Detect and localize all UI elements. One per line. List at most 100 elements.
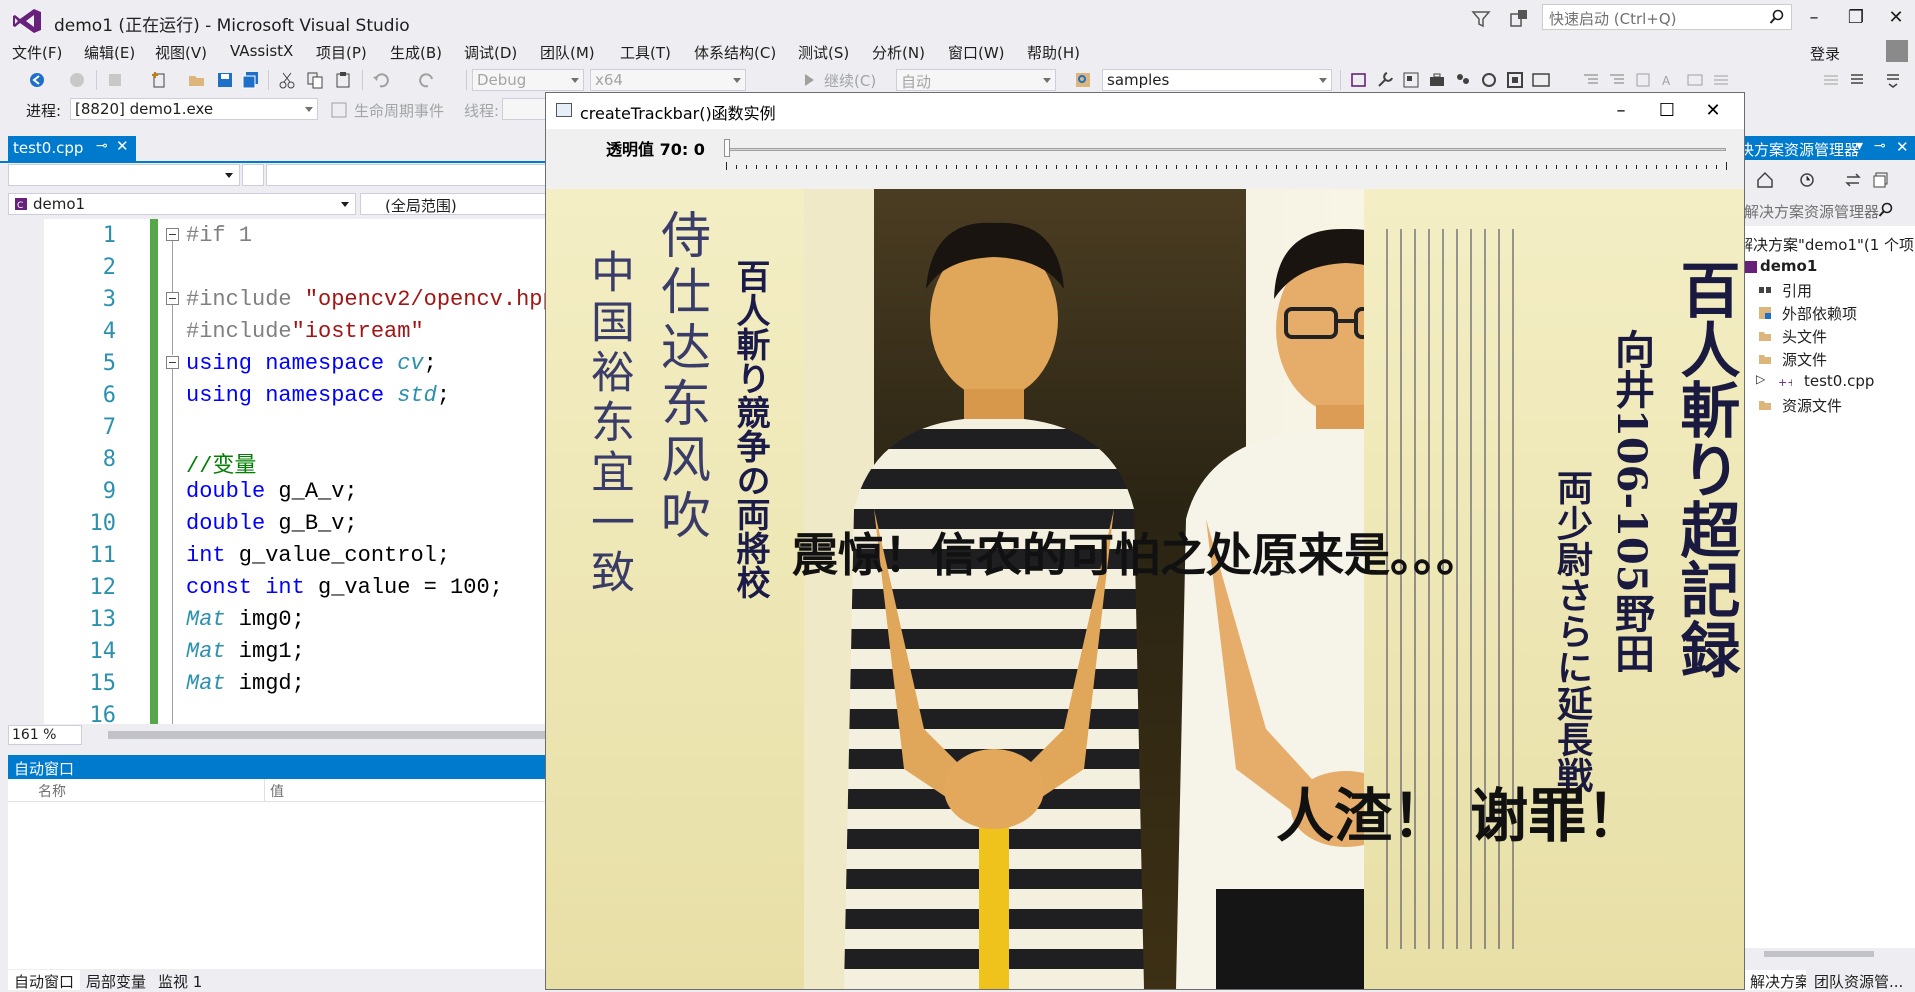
search-icon[interactable] — [1878, 202, 1894, 218]
add-item-icon[interactable] — [150, 71, 168, 89]
zoom-select[interactable]: 161 % — [8, 725, 82, 745]
continue-button[interactable]: 继续(C) — [824, 70, 876, 91]
opencv-window[interactable]: createTrackbar()函数实例 – ☐ ✕ 透明值 70: 0 中国裕… — [545, 92, 1745, 990]
toolbox-icon[interactable] — [1428, 71, 1446, 89]
object-browser-icon[interactable] — [1402, 71, 1420, 89]
source-control-icon[interactable] — [1480, 71, 1498, 89]
tree-item-source-files[interactable]: 源文件 — [1782, 349, 1827, 370]
opencv-window-titlebar[interactable]: createTrackbar()函数实例 – ☐ ✕ — [546, 93, 1744, 129]
login-link[interactable]: 登录 — [1810, 43, 1840, 64]
tab-team-explorer[interactable]: 团队资源管... — [1808, 970, 1915, 990]
properties-wrench-icon[interactable] — [1376, 71, 1394, 89]
solution-explorer-icon[interactable] — [1350, 71, 1368, 89]
horizontal-scrollbar[interactable] — [1744, 948, 1915, 960]
new-project-icon[interactable] — [106, 71, 124, 89]
menu-edit[interactable]: 编辑(E) — [84, 42, 135, 63]
tree-item-external-deps[interactable]: 外部依赖项 — [1782, 303, 1857, 324]
toolbar-options-icon[interactable] — [1848, 71, 1866, 89]
tree-item-header-files[interactable]: 头文件 — [1782, 326, 1827, 347]
quick-launch-input[interactable]: 快速启动 (Ctrl+Q) — [1542, 4, 1792, 30]
feedback-icon[interactable] — [1508, 8, 1530, 30]
home-icon[interactable] — [1756, 171, 1774, 189]
nav-spin[interactable] — [242, 164, 264, 186]
class-view-icon[interactable] — [1506, 71, 1524, 89]
menu-build[interactable]: 生成(B) — [390, 42, 442, 63]
dropdown-icon[interactable]: ▾ — [1856, 138, 1863, 154]
code-editor[interactable]: 1 2 3 4 5 6 7 8 9 10 11 12 13 14 15 16 #… — [8, 219, 545, 724]
menu-debug[interactable]: 调试(D) — [464, 42, 517, 63]
comment-icon[interactable] — [1686, 71, 1704, 89]
member-select[interactable] — [8, 164, 240, 186]
team-explorer-icon[interactable] — [1454, 71, 1472, 89]
fold-toggle-icon[interactable] — [166, 228, 179, 241]
command-window-icon[interactable] — [1532, 71, 1550, 89]
close-button[interactable]: ✕ — [1882, 6, 1910, 30]
menu-view[interactable]: 视图(V) — [155, 42, 207, 63]
menu-architecture[interactable]: 体系结构(C) — [694, 42, 776, 63]
indent-icon[interactable] — [1608, 71, 1626, 89]
trackbar-track[interactable] — [726, 148, 1726, 151]
lifecycle-events-button[interactable]: 生命周期事件 — [354, 100, 444, 121]
cv-minimize-button[interactable]: – — [1598, 97, 1644, 125]
align-icon[interactable] — [1822, 71, 1840, 89]
outdent-icon[interactable] — [1582, 71, 1600, 89]
tree-item-resource-files[interactable]: 资源文件 — [1782, 395, 1842, 416]
find-in-files-icon[interactable] — [1074, 71, 1092, 89]
solution-explorer-search[interactable]: 搜索解决方案资源管理器 — [1714, 198, 1915, 222]
paste-icon[interactable] — [334, 71, 352, 89]
cut-icon[interactable] — [278, 71, 296, 89]
tree-item-test0-cpp[interactable]: test0.cpp — [1804, 372, 1874, 390]
tree-solution[interactable]: 解决方案"demo1"(1 个项目) — [1744, 234, 1915, 255]
close-tab-icon[interactable]: ✕ — [116, 137, 129, 155]
toolbar-overflow-icon[interactable] — [1884, 71, 1902, 89]
tree-item-references[interactable]: 引用 — [1782, 280, 1812, 301]
format-icon[interactable]: A — [1660, 71, 1678, 89]
forward-icon[interactable] — [68, 71, 86, 89]
sync-icon[interactable] — [1844, 171, 1862, 189]
tab-solution-explorer[interactable]: 解决方案资... — [1744, 970, 1806, 990]
fold-toggle-icon[interactable] — [166, 356, 179, 369]
copy-icon[interactable] — [306, 71, 324, 89]
menu-vassistx[interactable]: VAssistX — [230, 42, 293, 60]
menu-project[interactable]: 项目(P) — [316, 42, 367, 63]
fold-toggle-icon[interactable] — [166, 292, 179, 305]
open-file-icon[interactable] — [188, 71, 206, 89]
continue-play-icon[interactable] — [800, 71, 818, 89]
menu-analyze[interactable]: 分析(N) — [872, 42, 925, 63]
debugger-select[interactable]: 自动 — [896, 69, 1056, 91]
function-select[interactable] — [266, 164, 548, 186]
save-icon[interactable] — [216, 71, 234, 89]
col-name[interactable]: 名称 — [38, 781, 66, 801]
restore-button[interactable]: ❐ — [1842, 6, 1870, 30]
undo-icon[interactable] — [372, 71, 390, 89]
find-combo[interactable]: samples — [1102, 69, 1332, 91]
col-value[interactable]: 值 — [270, 781, 284, 801]
pin-icon[interactable]: ⊸ — [1874, 138, 1886, 154]
close-panel-icon[interactable]: ✕ — [1896, 138, 1909, 156]
menu-help[interactable]: 帮助(H) — [1027, 42, 1080, 63]
tab-test0-cpp[interactable]: test0.cpp ⊸ ✕ — [8, 136, 136, 161]
collapse-all-icon[interactable] — [1872, 171, 1890, 189]
save-all-icon[interactable] — [242, 71, 260, 89]
scope-select[interactable]: (全局范围) — [360, 193, 548, 215]
trackbar-thumb[interactable] — [724, 139, 730, 157]
cv-maximize-button[interactable]: ☐ — [1644, 97, 1690, 125]
menu-team[interactable]: 团队(M) — [540, 42, 595, 63]
project-select[interactable]: C demo1 — [8, 193, 356, 215]
menu-file[interactable]: 文件(F) — [12, 42, 62, 63]
history-icon[interactable] — [1798, 171, 1816, 189]
redo-icon[interactable] — [418, 71, 436, 89]
menu-tools[interactable]: 工具(T) — [620, 42, 671, 63]
bookmark-icon[interactable] — [1634, 71, 1652, 89]
back-icon[interactable] — [28, 71, 46, 89]
minimize-button[interactable]: – — [1800, 6, 1828, 30]
tab-watch-1[interactable]: 监视 1 — [152, 970, 208, 991]
menu-test[interactable]: 测试(S) — [798, 42, 849, 63]
search-icon[interactable] — [1769, 9, 1785, 25]
process-select[interactable]: [8820] demo1.exe — [70, 98, 318, 120]
solution-platform-select[interactable]: x64 — [590, 69, 746, 91]
uncomment-icon[interactable] — [1712, 71, 1730, 89]
filter-notifications-icon[interactable] — [1470, 8, 1492, 30]
menu-window[interactable]: 窗口(W) — [948, 42, 1005, 63]
cv-close-button[interactable]: ✕ — [1690, 97, 1736, 125]
